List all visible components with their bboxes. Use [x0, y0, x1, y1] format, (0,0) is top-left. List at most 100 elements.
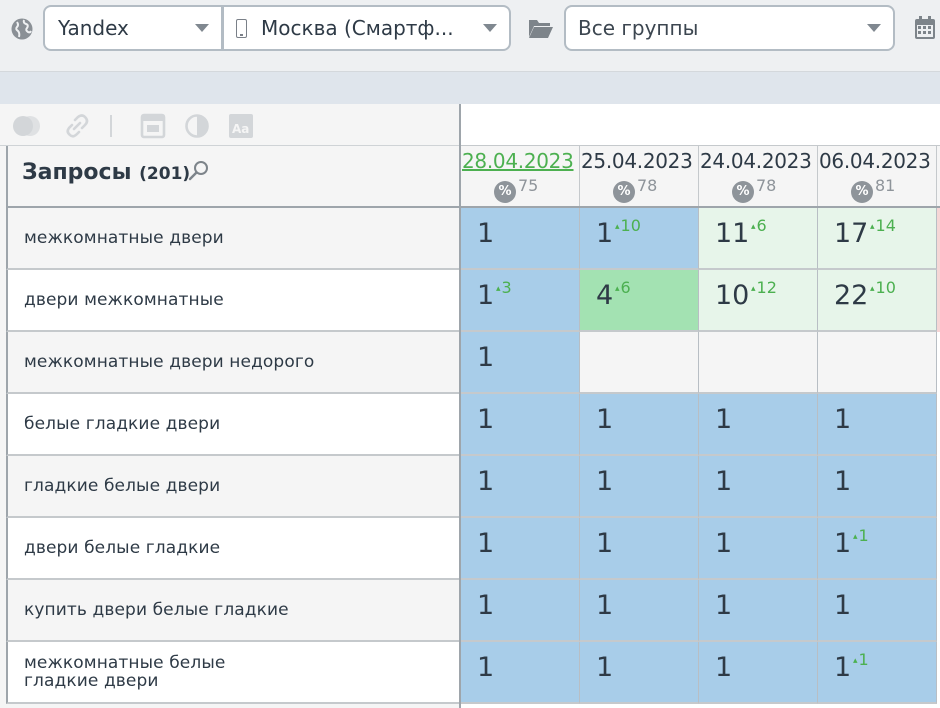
position-cell[interactable]: 46: [580, 270, 699, 332]
folder-icon[interactable]: [528, 17, 554, 39]
position-delta: 1: [853, 650, 869, 669]
position-value: 1: [477, 280, 495, 311]
percent-icon[interactable]: %: [732, 181, 754, 203]
position-cell[interactable]: 116: [699, 208, 818, 270]
window-icon[interactable]: [140, 113, 166, 139]
region-select[interactable]: Москва (Смартф...: [222, 5, 511, 51]
positions-grid: 28.04.2023% 75 25.04.2023% 78 24.04.2023% 78 0…: [461, 104, 940, 708]
position-value: 1: [715, 590, 733, 621]
font-size-icon[interactable]: Aa: [228, 113, 254, 139]
query-row[interactable]: межкомнатные белые гладкие двери: [6, 642, 459, 704]
position-cell[interactable]: 1: [461, 580, 580, 642]
toolbar-divider: [110, 115, 112, 137]
query-text: двери межкомнатные: [24, 290, 224, 310]
search-engine-select[interactable]: Yandex: [43, 5, 223, 51]
date-column-header[interactable]: 24.04.2023% 78: [699, 146, 818, 206]
group-select[interactable]: Все группы: [564, 5, 895, 51]
position-value: 1: [834, 528, 852, 559]
query-row[interactable]: гладкие белые двери: [6, 456, 459, 518]
percent-icon[interactable]: %: [613, 181, 635, 203]
contrast-icon[interactable]: [184, 113, 210, 139]
position-cell[interactable]: 1: [461, 456, 580, 518]
position-value: 1: [834, 590, 852, 621]
position-cell[interactable]: 13: [461, 270, 580, 332]
query-row[interactable]: белые гладкие двери: [6, 394, 459, 456]
position-delta: 10: [870, 278, 896, 297]
date-column-header[interactable]: 25.04.2023% 78: [580, 146, 699, 206]
position-cell[interactable]: 1: [699, 580, 818, 642]
position-cell[interactable]: 11: [818, 642, 937, 704]
query-text: двери белые гладкие: [24, 538, 221, 558]
position-cell[interactable]: 110: [580, 208, 699, 270]
column-date[interactable]: 24.04.2023: [700, 149, 812, 173]
position-value: 1: [715, 652, 733, 683]
position-value: 1: [834, 404, 852, 435]
globe-icon[interactable]: [10, 17, 34, 41]
position-cell[interactable]: 1: [699, 518, 818, 580]
position-cell[interactable]: 1: [818, 580, 937, 642]
position-cell[interactable]: 1: [461, 208, 580, 270]
position-cell[interactable]: 1: [461, 642, 580, 704]
position-value: 1: [596, 590, 614, 621]
position-cell[interactable]: 1: [818, 456, 937, 518]
column-date[interactable]: 25.04.2023: [581, 149, 693, 173]
query-text: купить двери белые гладкие: [24, 600, 289, 620]
position-cell[interactable]: 1: [580, 642, 699, 704]
column-date[interactable]: 06.04.2023: [819, 149, 931, 173]
position-cell[interactable]: 1: [818, 394, 937, 456]
position-delta: 12: [751, 278, 777, 297]
column-date[interactable]: 28.04.2023: [462, 149, 574, 173]
chevron-down-icon: [867, 24, 881, 32]
position-cell[interactable]: 1: [461, 394, 580, 456]
position-cell[interactable]: 2210: [818, 270, 937, 332]
smartphone-icon: [236, 18, 247, 38]
position-cell[interactable]: 1: [461, 518, 580, 580]
group-value: Все группы: [578, 16, 699, 40]
position-cell[interactable]: 1: [580, 580, 699, 642]
position-cell[interactable]: 1012: [699, 270, 818, 332]
query-row[interactable]: межкомнатные двери недорого: [6, 332, 459, 394]
position-value: 1: [715, 528, 733, 559]
column-metric: 75: [518, 176, 539, 195]
position-value: 1: [715, 404, 733, 435]
query-row[interactable]: купить двери белые гладкие: [6, 580, 459, 642]
position-value: 1: [596, 466, 614, 497]
sub-toolbar-strip: [0, 72, 940, 104]
position-cell[interactable]: 1: [699, 456, 818, 518]
column-metric: 78: [756, 176, 777, 195]
position-cell[interactable]: [699, 332, 818, 394]
query-row[interactable]: двери белые гладкие: [6, 518, 459, 580]
toggle-icon[interactable]: [12, 113, 42, 139]
search-icon[interactable]: [188, 160, 210, 182]
position-delta: 10: [615, 216, 641, 235]
position-cell[interactable]: [818, 332, 937, 394]
grid-header: 28.04.2023% 75 25.04.2023% 78 24.04.2023% 78 0…: [461, 146, 940, 208]
position-value: 1: [596, 528, 614, 559]
position-cell[interactable]: [580, 332, 699, 394]
percent-icon[interactable]: %: [851, 181, 873, 203]
queries-header: Запросы (201): [6, 146, 459, 208]
position-cell[interactable]: 1: [699, 642, 818, 704]
position-delta: 6: [615, 278, 631, 297]
position-cell[interactable]: 1: [580, 456, 699, 518]
position-cell[interactable]: 1714: [818, 208, 937, 270]
calendar-icon[interactable]: [914, 16, 936, 40]
link-icon[interactable]: [64, 113, 90, 139]
position-value: 1: [477, 652, 495, 683]
position-cell[interactable]: 1: [461, 332, 580, 394]
chevron-down-icon: [483, 24, 497, 32]
position-cell[interactable]: 1: [699, 394, 818, 456]
region-value: Москва (Смартф...: [261, 16, 454, 40]
position-value: 1: [715, 466, 733, 497]
query-row[interactable]: двери межкомнатные: [6, 270, 459, 332]
position-cell[interactable]: 1: [580, 394, 699, 456]
percent-icon[interactable]: %: [494, 181, 516, 203]
position-delta: 14: [870, 216, 896, 235]
position-cell[interactable]: 11: [818, 518, 937, 580]
date-column-header[interactable]: 28.04.2023% 75: [461, 146, 580, 206]
query-row[interactable]: межкомнатные двери: [6, 208, 459, 270]
date-column-header[interactable]: 06.04.2023% 81: [818, 146, 937, 206]
query-text: межкомнатные двери: [24, 228, 224, 248]
position-cell[interactable]: 1: [580, 518, 699, 580]
position-value: 17: [834, 218, 869, 249]
